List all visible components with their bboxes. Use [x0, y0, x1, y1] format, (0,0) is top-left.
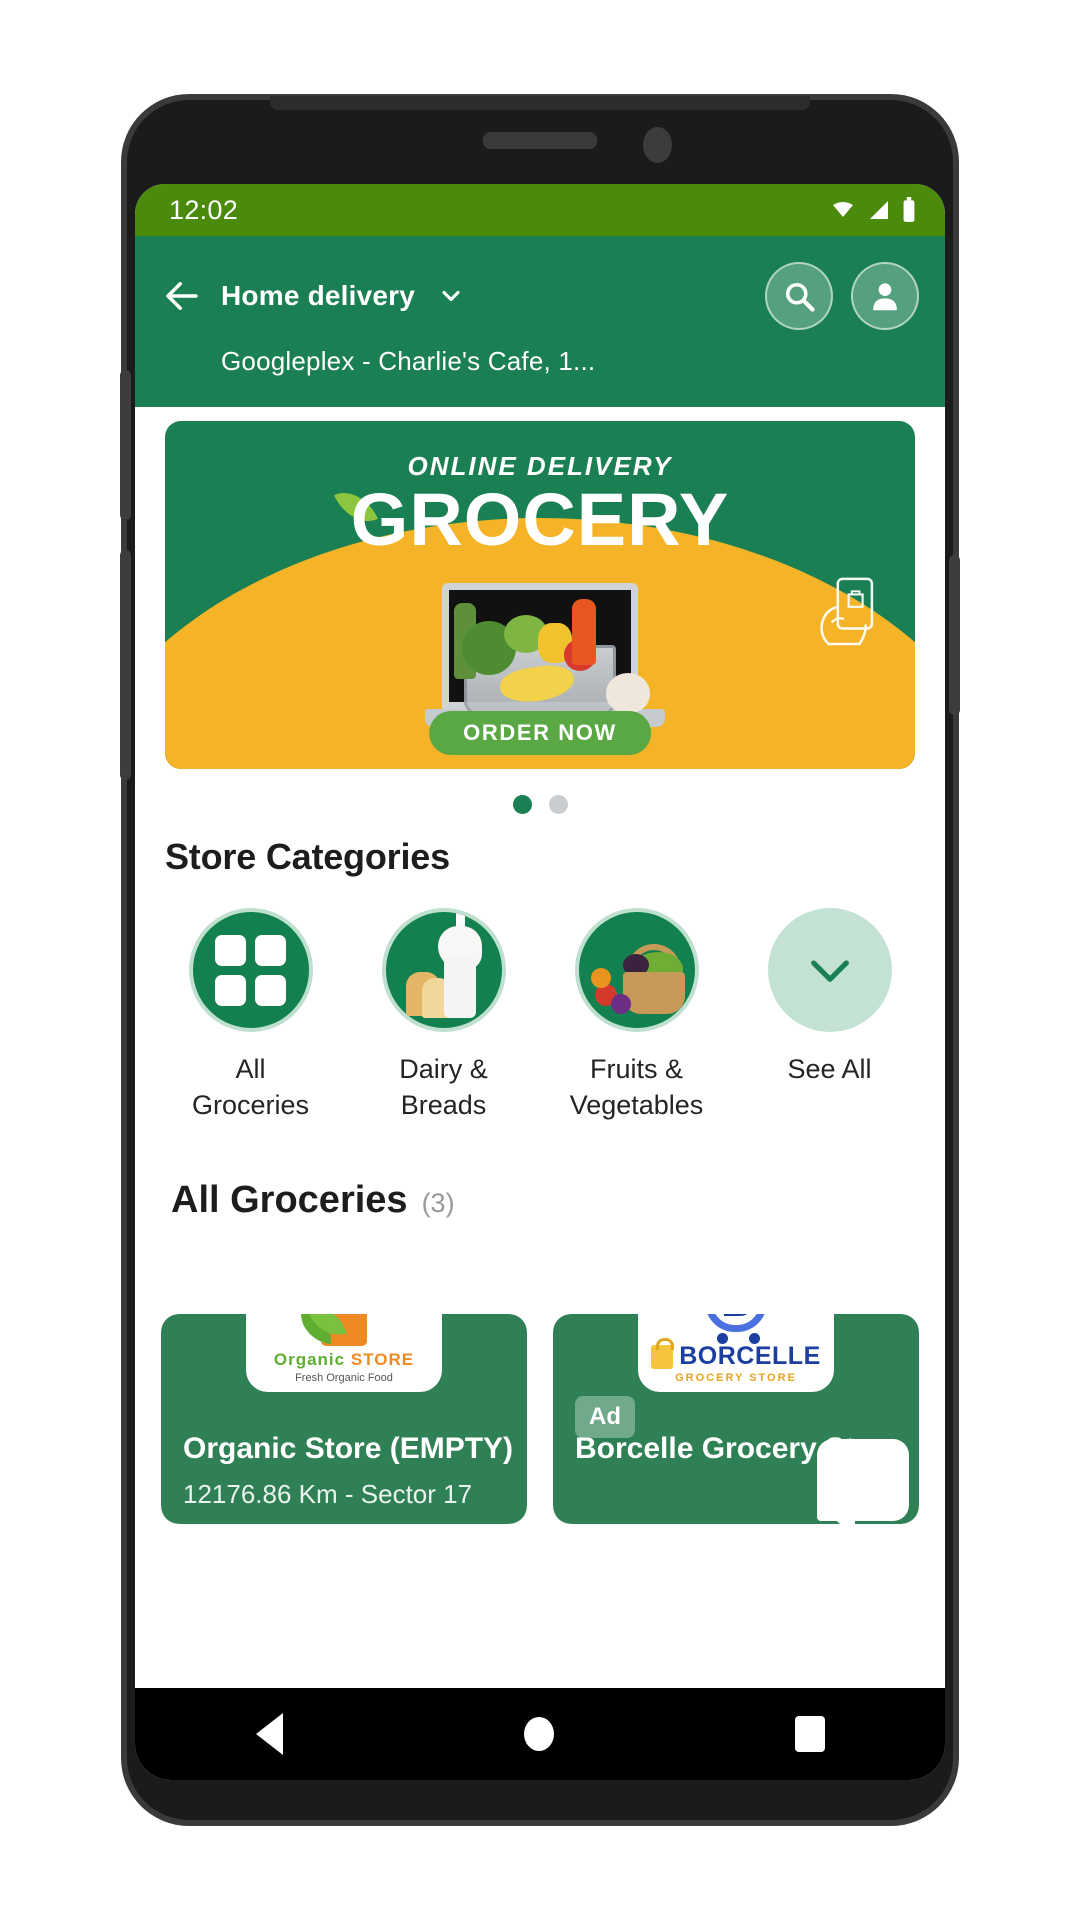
delivery-mode-label[interactable]: Home delivery	[221, 280, 415, 312]
grocery-basket-illustration	[452, 597, 650, 715]
category-label-line1: Fruits &	[589, 1054, 683, 1084]
volume-down-button[interactable]	[120, 550, 131, 780]
profile-button[interactable]	[851, 262, 919, 330]
banner-title: GROCERY	[350, 478, 730, 561]
store-logo-name: BORCELLE	[651, 1337, 821, 1371]
carousel-dot[interactable]	[548, 795, 568, 814]
app-bar-actions	[765, 262, 919, 330]
category-label-line2: Breads	[400, 1089, 487, 1120]
store-distance-sector: 12176.86 Km - Sector 17	[183, 1479, 473, 1510]
category-label: All Groceries	[192, 1052, 309, 1123]
category-label: Fruits & Vegetables	[570, 1052, 704, 1123]
battery-icon	[903, 197, 915, 222]
store-categories-title: Store Categories	[165, 836, 450, 877]
power-button[interactable]	[949, 555, 960, 715]
store-logo-name: Organic STORE	[274, 1350, 414, 1370]
chevron-down-icon[interactable]	[437, 282, 465, 310]
status-bar: 12:02	[135, 184, 945, 236]
letter-b: B	[721, 1314, 753, 1324]
store-name: Organic Store (EMPTY)	[183, 1432, 514, 1466]
store-logo-plate: Organic STORE Fresh Organic Food	[246, 1314, 442, 1393]
store-logo-subtitle: GROCERY STORE	[675, 1372, 797, 1385]
store-logo-tagline: Fresh Organic Food	[295, 1372, 393, 1385]
all-groceries-count: (3)	[421, 1188, 455, 1219]
cart-wheel	[717, 1333, 728, 1345]
search-icon	[785, 282, 815, 312]
scroll-content: ONLINE DELIVERY GROCERY ORDER NOW Store …	[135, 407, 945, 1607]
carousel-dot-active[interactable]	[512, 795, 532, 814]
android-navigation-bar	[135, 1688, 945, 1780]
app-bar: Home delivery Googleplex - Charlie's Caf…	[135, 236, 945, 407]
delivery-address[interactable]: Googleplex - Charlie's Cafe, 1...	[221, 346, 919, 377]
all-groceries-title: All Groceries	[171, 1179, 408, 1222]
category-label-line2: Vegetables	[569, 1089, 704, 1120]
garlic-icon	[606, 673, 650, 713]
front-camera-icon	[643, 127, 673, 163]
order-now-button[interactable]: ORDER NOW	[429, 711, 651, 755]
category-fruits-vegetables[interactable]: Fruits & Vegetables	[547, 908, 726, 1123]
logo-word-organic: Organic	[273, 1350, 346, 1370]
wicker-basket-icon	[622, 972, 685, 1014]
category-icon-circle	[381, 908, 506, 1032]
category-see-all[interactable]: See All	[740, 908, 919, 1123]
cart-wheel	[749, 1333, 760, 1345]
milk-glass-icon	[443, 956, 476, 1018]
phone-screen: 12:02 Home delivery Googleplex - Charlie…	[135, 184, 945, 1780]
store-card-organic[interactable]: Organic STORE Fresh Organic Food Organic…	[161, 1314, 527, 1525]
promo-banner-carousel: ONLINE DELIVERY GROCERY ORDER NOW	[135, 407, 945, 769]
chat-bubble-icon[interactable]	[817, 1439, 909, 1539]
status-bar-clock: 12:02	[169, 194, 239, 225]
search-button[interactable]	[765, 262, 833, 330]
all-groceries-header: All Groceries (3)	[135, 1179, 945, 1222]
app-bar-primary-row: Home delivery	[161, 262, 919, 330]
fruit-basket-photo	[579, 912, 695, 1028]
carousel-dots	[135, 795, 945, 814]
berry-icon	[610, 994, 631, 1014]
category-label: Dairy & Breads	[399, 1052, 488, 1123]
promo-banner[interactable]: ONLINE DELIVERY GROCERY ORDER NOW	[165, 421, 915, 769]
category-icon-circle	[767, 908, 892, 1032]
volume-up-button[interactable]	[120, 370, 131, 520]
store-logo-plate: B BORCELLE GROCERY STORE	[638, 1314, 834, 1393]
phone-device-frame: 12:02 Home delivery Googleplex - Charlie…	[120, 96, 960, 1820]
earpiece-speaker	[482, 132, 598, 149]
phone-top-bar	[270, 96, 810, 110]
chevron-down-icon	[810, 960, 849, 982]
shopping-bag-icon	[651, 1337, 675, 1369]
logo-word-store: STORE	[350, 1350, 415, 1370]
status-bar-icons	[829, 197, 917, 223]
store-categories-list: All Groceries Dairy & Breads Fruits & Ve…	[135, 878, 945, 1123]
category-all-groceries[interactable]: All Groceries	[161, 908, 340, 1123]
phone-in-hand-icon	[820, 577, 874, 646]
logo-word-borcelle: BORCELLE	[679, 1342, 821, 1371]
category-label: See All	[787, 1052, 871, 1088]
grid-four-squares-icon	[215, 934, 286, 1006]
category-label-line1: Dairy &	[399, 1054, 488, 1084]
category-icon-circle	[574, 908, 699, 1032]
bottle-orange-icon	[572, 599, 596, 665]
orange-fruit-icon	[590, 968, 611, 988]
profile-avatar-icon	[873, 283, 897, 311]
category-label-line1: See All	[787, 1054, 872, 1084]
shopping-bag-icon	[297, 1314, 367, 1347]
shopping-cart-icon: B	[697, 1314, 775, 1345]
wifi-icon	[833, 202, 853, 217]
nav-back-icon[interactable]	[255, 1713, 283, 1755]
nav-recents-icon[interactable]	[794, 1716, 825, 1752]
nav-home-icon[interactable]	[523, 1717, 554, 1751]
cellular-signal-icon	[870, 201, 888, 219]
category-dairy-breads[interactable]: Dairy & Breads	[354, 908, 533, 1123]
back-arrow-icon[interactable]	[161, 275, 203, 317]
screenshot-stage: 12:02 Home delivery Googleplex - Charlie…	[0, 0, 1080, 1920]
milk-bread-photo	[386, 912, 502, 1028]
category-label-line2: Groceries	[191, 1089, 310, 1120]
category-label-line1: All	[235, 1054, 266, 1084]
category-icon-circle	[188, 908, 313, 1032]
